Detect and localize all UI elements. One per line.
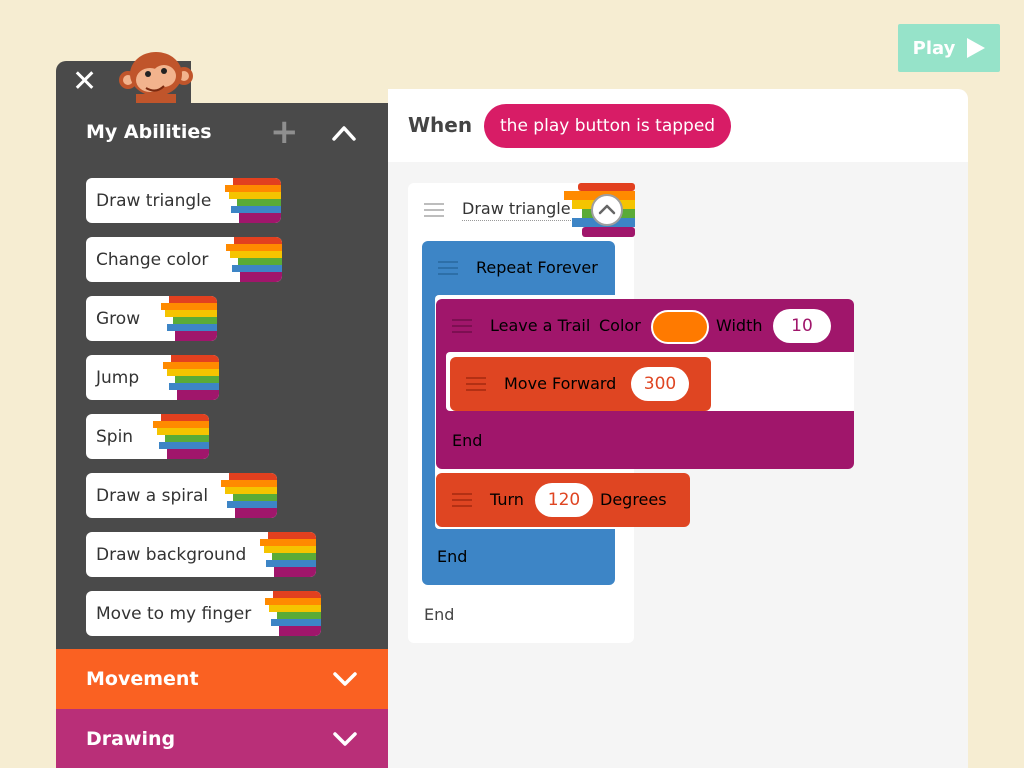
ability-label: Move to my finger [96,603,252,624]
ability-name[interactable]: Draw triangle [462,199,571,221]
abilities-sidebar: My Abilities + Draw triangle Change colo… [56,103,388,768]
play-icon [967,38,986,58]
trail-color-swatch[interactable] [651,310,709,344]
ability-label: Draw triangle [96,190,212,211]
monkey-character [119,52,193,104]
turn-unit-label: Degrees [600,490,667,509]
ability-jump[interactable]: Jump [86,355,219,400]
play-button-label: Play [912,37,956,59]
play-button[interactable]: Play [898,24,1000,72]
rainbow-icon [221,473,277,518]
category-movement[interactable]: Movement [56,649,388,709]
plus-icon[interactable]: + [270,115,299,149]
script-canvas[interactable]: When the play button is tapped Draw tria… [388,89,968,768]
ability-draw-a-spiral[interactable]: Draw a spiral [86,473,277,518]
turn-label: Turn [490,490,524,509]
repeat-forever-label: Repeat Forever [476,258,598,277]
ability-end-label: End [424,605,455,624]
ability-label: Draw background [96,544,247,565]
move-forward-input[interactable]: 300 [631,367,689,401]
rainbow-icon [161,296,217,341]
ability-grow[interactable]: Grow [86,296,217,341]
trail-end-label: End [452,431,483,450]
trigger-event-pill[interactable]: the play button is tapped [484,104,732,148]
drag-handle-icon[interactable] [438,261,458,275]
ability-change-color[interactable]: Change color [86,237,282,282]
my-abilities-title: My Abilities [86,121,212,143]
rainbow-icon [153,414,209,459]
ability-label: Spin [96,426,134,447]
trail-width-label: Width [716,316,763,335]
drag-handle-icon[interactable] [452,493,472,507]
rainbow-icon [225,178,281,223]
ability-label: Grow [96,308,141,329]
collapse-icon[interactable] [590,193,624,227]
category-label: Drawing [86,728,176,750]
ability-draw-triangle[interactable]: Draw triangle [86,178,281,223]
ability-label: Jump [96,367,140,388]
drag-handle-icon[interactable] [452,319,472,333]
turn-degrees-input[interactable]: 120 [535,483,593,517]
trail-color-label: Color [599,316,641,335]
rainbow-icon [265,591,321,636]
trail-width-input[interactable]: 10 [773,309,831,343]
close-icon[interactable]: ✕ [72,66,97,98]
chevron-down-icon [333,732,357,746]
ability-label: Change color [96,249,209,270]
category-label: Movement [86,668,199,690]
ability-draw-background[interactable]: Draw background [86,532,316,577]
ability-label: Draw a spiral [96,485,209,506]
ability-spin[interactable]: Spin [86,414,209,459]
repeat-end-label: End [437,547,468,566]
leave-a-trail-label: Leave a Trail [490,316,591,335]
rainbow-icon [163,355,219,400]
drag-handle-icon[interactable] [424,203,444,217]
rainbow-icon [260,532,316,577]
when-label: When [408,113,473,137]
chevron-down-icon [333,672,357,686]
trigger-bar: When the play button is tapped [388,89,968,162]
ability-move-to-my-finger[interactable]: Move to my finger [86,591,321,636]
move-forward-label: Move Forward [504,374,617,393]
drag-handle-icon[interactable] [466,377,486,391]
rainbow-icon [226,237,282,282]
category-drawing[interactable]: Drawing [56,709,388,768]
chevron-up-icon[interactable] [332,121,356,145]
